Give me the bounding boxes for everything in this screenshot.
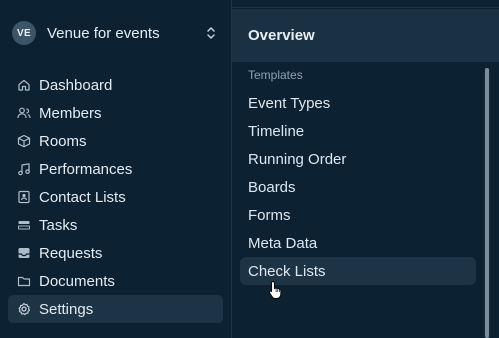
- org-switcher[interactable]: VE Venue for events: [0, 16, 231, 50]
- cube-icon: [17, 134, 31, 148]
- templates-menu: Event Types Timeline Running Order Board…: [240, 89, 476, 285]
- sidebar-item-requests[interactable]: Requests: [8, 239, 223, 267]
- sidebar-item-label: Members: [39, 104, 102, 122]
- section-label-templates: Templates: [248, 68, 303, 82]
- sidebar-item-members[interactable]: Members: [8, 99, 223, 127]
- menu-item-timeline[interactable]: Timeline: [240, 117, 476, 145]
- menu-item-boards[interactable]: Boards: [240, 173, 476, 201]
- org-name: Venue for events: [47, 24, 160, 42]
- menu-item-event-types[interactable]: Event Types: [240, 89, 476, 117]
- sidebar-item-tasks[interactable]: Tasks: [8, 211, 223, 239]
- panel-scrollbar[interactable]: [484, 68, 490, 338]
- music-note-icon: [17, 162, 31, 176]
- gear-icon: [17, 302, 31, 316]
- sidebar-item-label: Requests: [39, 244, 103, 262]
- hand-pointer-cursor-icon: [268, 281, 282, 299]
- sidebar-item-rooms[interactable]: Rooms: [8, 127, 223, 155]
- menu-item-forms[interactable]: Forms: [240, 201, 476, 229]
- panel-overview-header[interactable]: Overview: [232, 9, 499, 62]
- sidebar-item-documents[interactable]: Documents: [8, 267, 223, 295]
- org-avatar: VE: [12, 21, 36, 45]
- sidebar-item-label: Tasks: [39, 216, 78, 234]
- contact-card-icon: [17, 190, 31, 204]
- sidebar-item-settings[interactable]: Settings: [8, 295, 223, 323]
- sidebar-item-label: Documents: [39, 272, 115, 290]
- sidebar-item-label: Dashboard: [39, 76, 113, 94]
- menu-item-meta-data[interactable]: Meta Data: [240, 229, 476, 257]
- sidebar-item-label: Contact Lists: [39, 188, 126, 206]
- sidebar-nav: Dashboard Members Rooms Performances Con…: [8, 71, 223, 323]
- panel-top-divider: [232, 0, 499, 8]
- chevron-up-down-icon[interactable]: [205, 25, 217, 41]
- sidebar-item-label: Performances: [39, 160, 133, 178]
- sidebar-item-contact-lists[interactable]: Contact Lists: [8, 183, 223, 211]
- users-icon: [17, 106, 31, 120]
- sidebar-item-dashboard[interactable]: Dashboard: [8, 71, 223, 99]
- sidebar-item-label: Rooms: [39, 132, 87, 150]
- home-icon: [17, 78, 31, 92]
- inbox-icon: [17, 246, 31, 260]
- folder-icon: [17, 274, 31, 288]
- menu-item-running-order[interactable]: Running Order: [240, 145, 476, 173]
- scrollbar-thumb[interactable]: [485, 68, 489, 338]
- sidebar: VE Venue for events Dashboard Members Ro…: [0, 0, 231, 338]
- tasks-icon: [17, 218, 31, 232]
- sidebar-item-label: Settings: [39, 300, 94, 318]
- sidebar-item-performances[interactable]: Performances: [8, 155, 223, 183]
